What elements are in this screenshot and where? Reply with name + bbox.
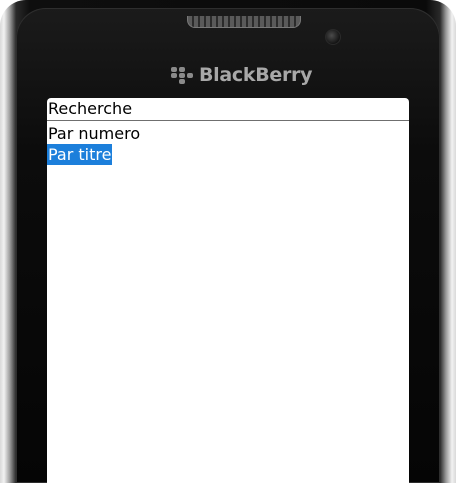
camera-lens-icon — [325, 29, 341, 45]
blackberry-logo-icon — [171, 66, 193, 84]
menu-item-par-titre[interactable]: Par titre — [47, 144, 113, 165]
brand-name: BlackBerry — [199, 64, 313, 86]
device-screen: Recherche Par numero Par titre — [47, 98, 409, 483]
brand-logo: BlackBerry — [171, 62, 313, 88]
menu-item-par-numero[interactable]: Par numero — [47, 123, 141, 144]
device-frame: BlackBerry Recherche Par numero Par titr… — [0, 0, 456, 483]
screen-title: Recherche — [47, 98, 409, 121]
search-menu-list: Par numero Par titre — [47, 123, 409, 165]
speaker-grille-icon — [187, 16, 301, 28]
